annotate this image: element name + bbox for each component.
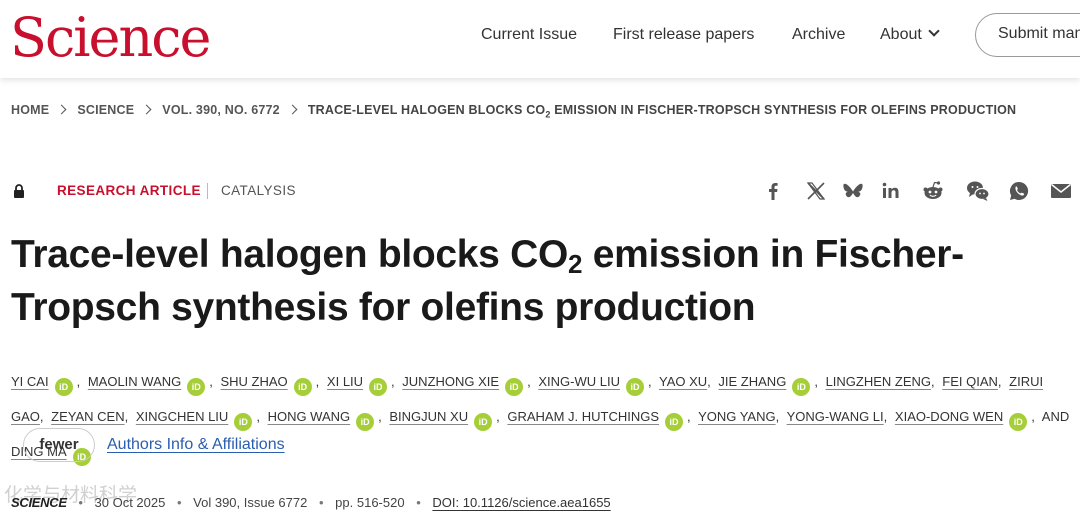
chevron-right-icon [56, 104, 67, 115]
lock-icon [14, 184, 24, 198]
citation-line: SCIENCE • 30 Oct 2025 • Vol 390, Issue 6… [11, 495, 611, 510]
article-title-sub: 2 [568, 249, 583, 279]
author-name[interactable]: BINGJUN XU [389, 409, 468, 424]
orcid-icon[interactable]: iD [474, 413, 493, 431]
author-separator: , [496, 409, 500, 424]
submit-manuscript-label: Submit manuscript [998, 25, 1080, 42]
orcid-icon[interactable]: iD [1009, 413, 1028, 431]
doi-link[interactable]: DOI: 10.1126/science.aea1655 [432, 495, 610, 510]
breadcrumb-science[interactable]: SCIENCE [77, 103, 134, 117]
orcid-icon[interactable]: iD [293, 378, 312, 396]
chevron-right-icon [287, 104, 298, 115]
bluesky-icon[interactable] [840, 178, 866, 204]
fewer-authors-button[interactable]: fewer [23, 428, 95, 462]
author-separator: , [39, 409, 44, 424]
separator-dot: • [176, 495, 182, 510]
article-title: Trace-level halogen blocks CO2 emission … [11, 228, 1071, 334]
author-separator: , [687, 409, 691, 424]
chevron-right-icon [141, 104, 152, 115]
chevron-down-icon [928, 25, 940, 37]
author-name[interactable]: YAO XU [659, 374, 707, 389]
separator-dot: • [78, 495, 83, 510]
site-header: Science Current Issue First release pape… [0, 0, 1080, 78]
orcid-icon[interactable]: iD [625, 378, 644, 396]
author-name[interactable]: XI LIU [327, 374, 363, 389]
author-name[interactable]: HONG WANG [268, 409, 351, 424]
whatsapp-icon[interactable] [1006, 178, 1032, 204]
breadcrumb-current: TRACE-LEVEL HALOGEN BLOCKS CO2 EMISSION … [307, 103, 1017, 120]
orcid-icon[interactable]: iD [234, 413, 253, 431]
separator-dot: • [416, 495, 421, 510]
breadcrumb-current-post: EMISSION IN FISCHER-TROPSCH SYNTHESIS FO… [550, 103, 1017, 117]
citation-volume: Vol 390, Issue 6772 [193, 495, 308, 510]
article-title-pre: Trace-level halogen blocks CO [11, 233, 569, 276]
author-separator: , [775, 409, 780, 424]
author-name[interactable]: LINGZHEN ZENG [826, 374, 931, 389]
wechat-icon[interactable] [965, 178, 991, 204]
nav-about-label: About [880, 26, 922, 43]
authors-info-affiliations-link[interactable]: Authors Info & Affiliations [107, 436, 285, 454]
breadcrumb-home[interactable]: HOME [11, 103, 49, 117]
author-name[interactable]: XING-WU LIU [538, 374, 620, 389]
author-and: AND [1041, 409, 1070, 424]
author-name[interactable]: YONG YANG [698, 409, 776, 424]
author-separator: , [256, 409, 260, 424]
author-separator: , [997, 374, 1002, 389]
science-logo[interactable]: Science [10, 6, 211, 70]
author-separator: , [124, 409, 129, 424]
author-name[interactable]: GRAHAM J. HUTCHINGS [507, 409, 659, 424]
nav-current-issue[interactable]: Current Issue [481, 24, 577, 46]
author-name[interactable]: SHU ZHAO [221, 374, 288, 389]
author-separator: , [883, 409, 888, 424]
author-name[interactable]: JIE ZHANG [718, 374, 786, 389]
citation-date: 30 Oct 2025 [94, 495, 166, 510]
breadcrumb-volume[interactable]: VOL. 390, NO. 6772 [162, 103, 280, 117]
article-subject[interactable]: CATALYSIS [221, 183, 296, 198]
author-separator: , [315, 374, 320, 389]
author-name[interactable]: YONG-WANG LI [787, 409, 884, 424]
author-name[interactable]: XIAO-DONG WEN [895, 409, 1003, 424]
author-name[interactable]: YI CAI [11, 374, 49, 389]
email-icon[interactable] [1048, 178, 1074, 204]
facebook-icon[interactable] [760, 178, 786, 204]
nav-archive[interactable]: Archive [792, 24, 845, 46]
reddit-icon[interactable] [920, 178, 946, 204]
orcid-icon[interactable]: iD [792, 378, 811, 396]
nav-first-release-papers[interactable]: First release papers [613, 24, 754, 46]
author-separator: , [391, 374, 395, 389]
author-separator: , [76, 374, 81, 389]
citation-pages: pp. 516-520 [335, 495, 405, 510]
orcid-icon[interactable]: iD [665, 413, 684, 431]
author-name[interactable]: FEI QIAN [942, 374, 998, 389]
author-separator: , [707, 374, 711, 389]
separator-dot: • [318, 495, 324, 510]
nav-about[interactable]: About [880, 24, 940, 46]
x-icon[interactable] [803, 178, 829, 204]
submit-manuscript-button[interactable]: Submit manuscript [975, 13, 1080, 57]
author-name[interactable]: MAOLIN WANG [88, 374, 181, 389]
author-separator: , [1031, 409, 1035, 424]
orcid-icon[interactable]: iD [505, 378, 524, 396]
author-separator: , [931, 374, 935, 389]
author-name[interactable]: JUNZHONG XIE [402, 374, 499, 389]
author-separator: , [527, 374, 531, 389]
author-separator: , [814, 374, 818, 389]
breadcrumb-current-pre: TRACE-LEVEL HALOGEN BLOCKS CO [307, 103, 546, 117]
author-separator: , [209, 374, 213, 389]
divider [207, 183, 208, 199]
author-separator: , [647, 374, 652, 389]
orcid-icon[interactable]: iD [356, 413, 375, 431]
author-name[interactable]: XINGCHEN LIU [136, 409, 228, 424]
linkedin-icon[interactable] [878, 178, 904, 204]
breadcrumb: HOME SCIENCE VOL. 390, NO. 6772 TRACE-LEVEL… [11, 103, 1016, 120]
citation-journal: SCIENCE [11, 495, 67, 510]
orcid-icon[interactable]: iD [54, 378, 73, 396]
fewer-authors-label: fewer [39, 436, 79, 453]
orcid-icon[interactable]: iD [187, 378, 206, 396]
author-name[interactable]: ZEYAN CEN [51, 409, 124, 424]
orcid-icon[interactable]: iD [369, 378, 388, 396]
author-separator: , [378, 409, 382, 424]
article-type[interactable]: RESEARCH ARTICLE [57, 183, 201, 198]
